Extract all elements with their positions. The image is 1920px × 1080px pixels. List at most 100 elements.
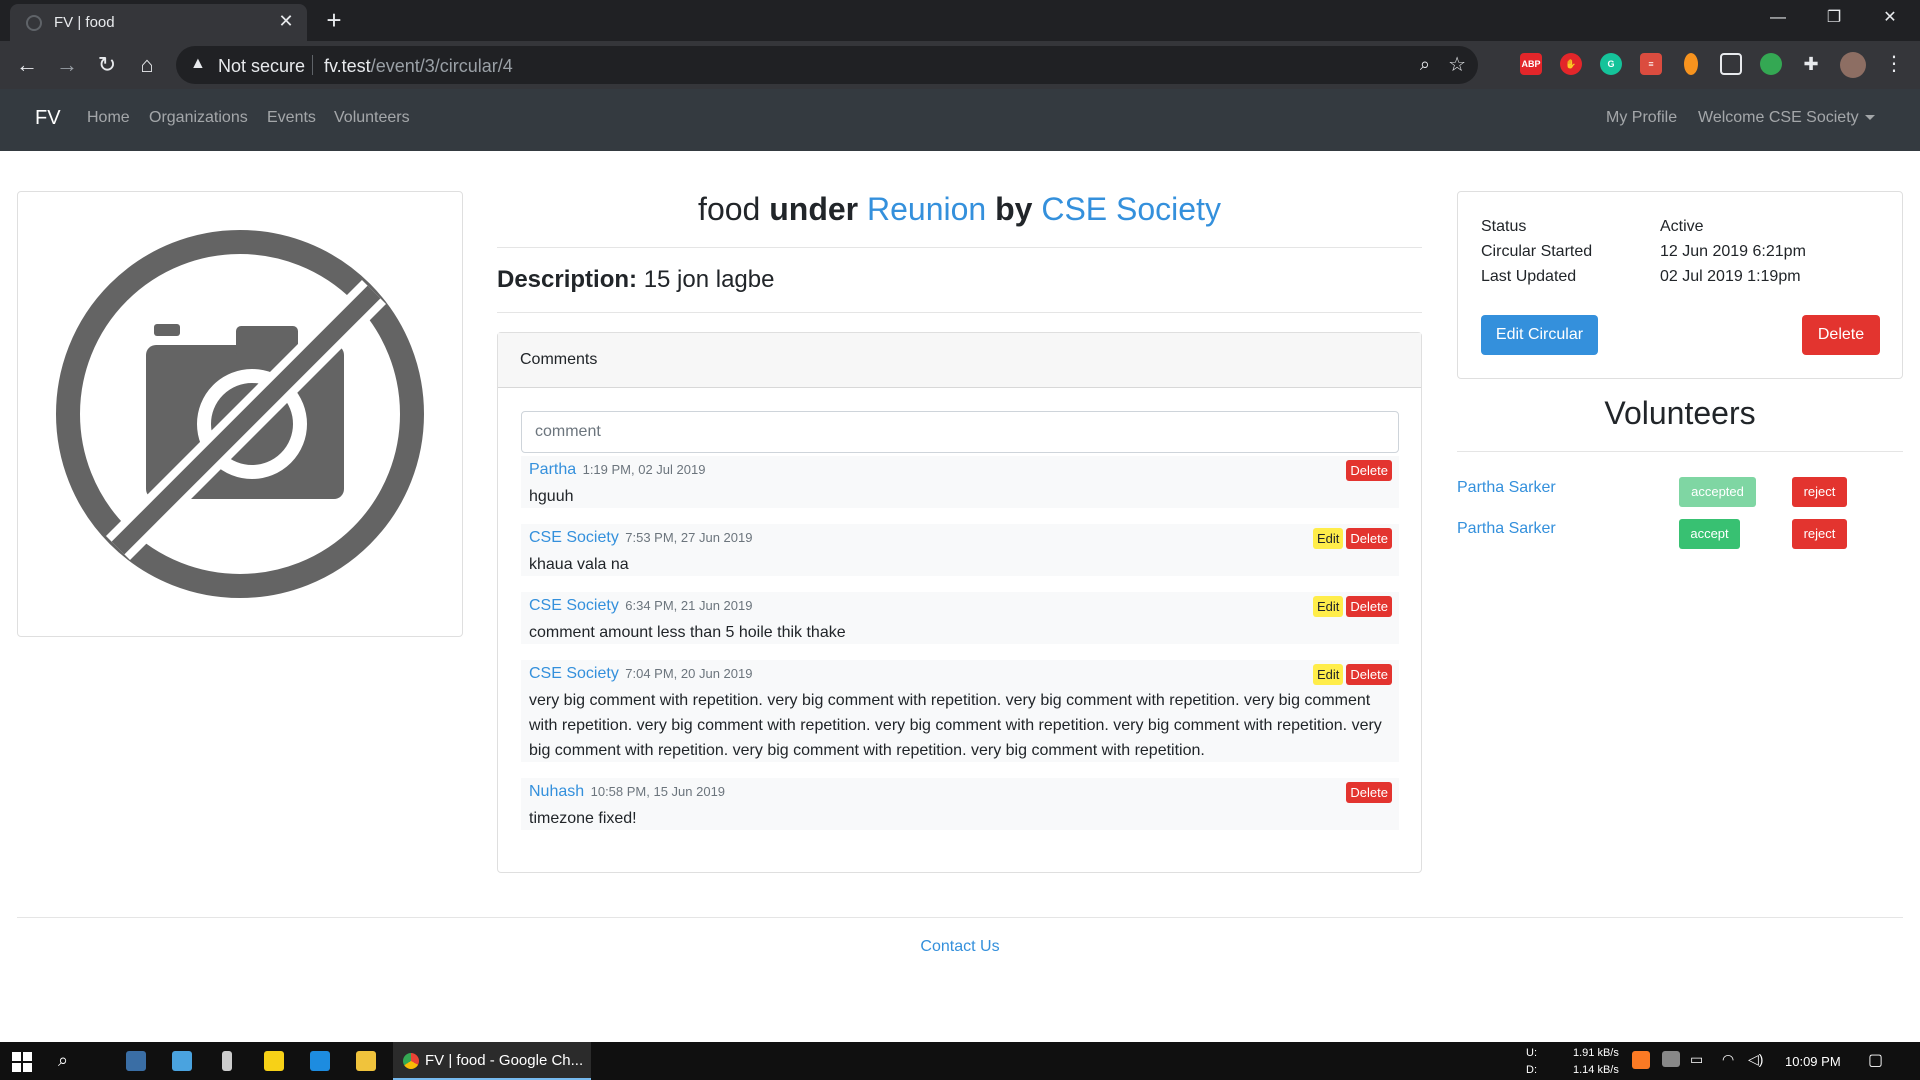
delete-comment-button[interactable]: Delete — [1346, 782, 1392, 803]
xampp-tray-icon[interactable] — [1632, 1051, 1650, 1069]
profile-avatar[interactable] — [1840, 52, 1866, 78]
volunteers-title: Volunteers — [1604, 395, 1756, 431]
window-close-icon[interactable]: ✕ — [1862, 0, 1918, 38]
comment-text: very big comment with repetition. very b… — [529, 692, 1382, 759]
mail-icon[interactable] — [310, 1051, 330, 1071]
new-tab-icon[interactable]: + — [318, 5, 350, 37]
windows-start-icon[interactable] — [12, 1052, 32, 1072]
reload-icon[interactable]: ↻ — [92, 51, 122, 81]
updated-label: Last Updated — [1481, 268, 1577, 285]
battery-icon[interactable]: ▭ — [1690, 1051, 1703, 1068]
taskbar-app-icon[interactable] — [126, 1051, 146, 1071]
started-label: Circular Started — [1481, 243, 1593, 260]
edit-circular-button[interactable]: Edit Circular — [1481, 315, 1598, 355]
contact-us-text[interactable]: Contact Us — [920, 938, 999, 955]
extensions-puzzle-icon[interactable]: ✚ — [1800, 53, 1822, 75]
todoist-extension-icon[interactable]: ≡ — [1640, 53, 1662, 75]
not-secure-label: Not secure — [218, 56, 306, 76]
comment-author[interactable]: Nuhash — [529, 783, 584, 800]
search-icon[interactable]: ⌕ — [58, 1050, 68, 1071]
comment-item: CSE Society 6:34 PM, 21 Jun 2019 Edit De… — [521, 592, 1399, 644]
adblock-extension-icon[interactable]: ABP — [1520, 53, 1542, 75]
volunteer-name[interactable]: Partha Sarker — [1457, 520, 1556, 538]
accepted-button[interactable]: accepted — [1679, 477, 1756, 507]
net-down-speed: 1.14 kB/s — [1573, 1064, 1619, 1076]
nav-organizations[interactable]: Organizations — [149, 109, 248, 127]
comment-input[interactable] — [521, 411, 1399, 453]
clock[interactable]: 10:09 PM — [1785, 1054, 1841, 1069]
tray-icon[interactable] — [1662, 1051, 1680, 1067]
description-text: 15 jon lagbe — [643, 266, 775, 293]
comment-author[interactable]: CSE Society — [529, 529, 619, 546]
home-icon[interactable]: ⌂ — [132, 51, 162, 81]
nav-home[interactable]: Home — [87, 109, 130, 127]
minimize-icon[interactable]: — — [1750, 0, 1806, 38]
url-text: fv.test/event/3/circular/4 — [324, 56, 513, 76]
comment-text: khaua vala na — [529, 556, 629, 573]
heading-by: by — [995, 191, 1033, 227]
circular-info-card: Status Active Circular Started 12 Jun 20… — [1457, 191, 1903, 379]
nav-my-profile[interactable]: My Profile — [1606, 109, 1677, 127]
bookmark-star-icon[interactable]: ☆ — [1448, 52, 1466, 77]
edit-comment-button[interactable]: Edit — [1313, 664, 1344, 685]
status-value: Active — [1660, 218, 1704, 235]
accept-button[interactable]: accept — [1679, 519, 1740, 549]
reject-button[interactable]: reject — [1792, 519, 1847, 549]
browser-tab[interactable]: FV | food ✕ — [10, 4, 307, 41]
delete-comment-button[interactable]: Delete — [1346, 596, 1392, 617]
comment-time: 7:04 PM, 20 Jun 2019 — [625, 666, 753, 681]
organization-link[interactable]: CSE Society — [1041, 191, 1221, 227]
comment-time: 10:58 PM, 15 Jun 2019 — [590, 784, 726, 799]
dropdown-caret-icon — [1864, 115, 1875, 121]
reject-button[interactable]: reject — [1792, 477, 1847, 507]
restore-icon[interactable]: ❐ — [1806, 0, 1862, 38]
comment-author[interactable]: Partha — [529, 461, 576, 478]
taskbar-app-icon[interactable] — [222, 1051, 232, 1071]
volunteer-name[interactable]: Partha Sarker — [1457, 479, 1556, 497]
comment-time: 7:53 PM, 27 Jun 2019 — [625, 530, 753, 545]
comment-item: Partha 1:19 PM, 02 Jul 2019 Delete hguuh — [521, 456, 1399, 508]
divider — [497, 312, 1422, 313]
grammarly-extension-icon[interactable]: G — [1600, 53, 1622, 75]
shield-extension-icon[interactable] — [1720, 53, 1742, 75]
taskbar-chrome-app[interactable]: FV | food - Google Ch... — [393, 1042, 591, 1080]
event-link[interactable]: Reunion — [867, 191, 986, 227]
footer-divider — [17, 917, 1903, 918]
status-label: Status — [1481, 218, 1527, 235]
circular-heading: food under Reunion by CSE Society — [497, 191, 1422, 228]
delete-circular-button[interactable]: Delete — [1802, 315, 1880, 355]
comment-author[interactable]: CSE Society — [529, 597, 619, 614]
edit-comment-button[interactable]: Edit — [1313, 596, 1344, 617]
zoom-icon[interactable]: ⌕ — [1420, 54, 1430, 75]
notifications-icon[interactable]: ▢ — [1868, 1050, 1883, 1070]
comment-time: 6:34 PM, 21 Jun 2019 — [625, 598, 753, 613]
volume-icon[interactable]: ◁) — [1748, 1051, 1763, 1068]
chrome-icon — [403, 1053, 419, 1069]
comment-author[interactable]: CSE Society — [529, 665, 619, 682]
delete-comment-button[interactable]: Delete — [1346, 528, 1392, 549]
menu-kebab-icon[interactable]: ⋮ — [1884, 51, 1904, 76]
page-favicon-icon — [26, 15, 42, 31]
brand-logo[interactable]: FV — [35, 107, 61, 130]
edit-comment-button[interactable]: Edit — [1313, 528, 1344, 549]
windows-taskbar: ⌕ FV | food - Google Ch... U: D: 1.91 kB… — [0, 1042, 1920, 1080]
close-tab-icon[interactable]: ✕ — [275, 11, 297, 32]
delete-comment-button[interactable]: Delete — [1346, 460, 1392, 481]
delete-comment-button[interactable]: Delete — [1346, 664, 1392, 685]
contact-us-link: Contact Us — [0, 938, 1920, 956]
nav-events[interactable]: Events — [267, 109, 316, 127]
wifi-icon[interactable]: ◠ — [1722, 1051, 1734, 1068]
back-icon[interactable]: ← — [12, 51, 42, 81]
address-bar[interactable]: ▲ Not secure fv.test/event/3/circular/4 … — [176, 46, 1478, 84]
site-navbar: FV Home Organizations Events Volunteers … — [0, 89, 1920, 151]
nav-user-dropdown[interactable]: Welcome CSE Society — [1698, 109, 1875, 127]
colorful-extension-icon[interactable] — [1760, 53, 1782, 75]
sticky-notes-icon[interactable] — [264, 1051, 284, 1071]
forward-icon[interactable]: → — [52, 51, 82, 81]
nav-volunteers[interactable]: Volunteers — [334, 109, 410, 127]
taskbar-app-icon[interactable] — [172, 1051, 192, 1071]
stop-extension-icon[interactable]: ✋ — [1560, 53, 1582, 75]
file-explorer-icon[interactable] — [356, 1051, 376, 1071]
no-image-camera-icon — [56, 230, 424, 598]
bulb-extension-icon[interactable] — [1684, 53, 1698, 75]
